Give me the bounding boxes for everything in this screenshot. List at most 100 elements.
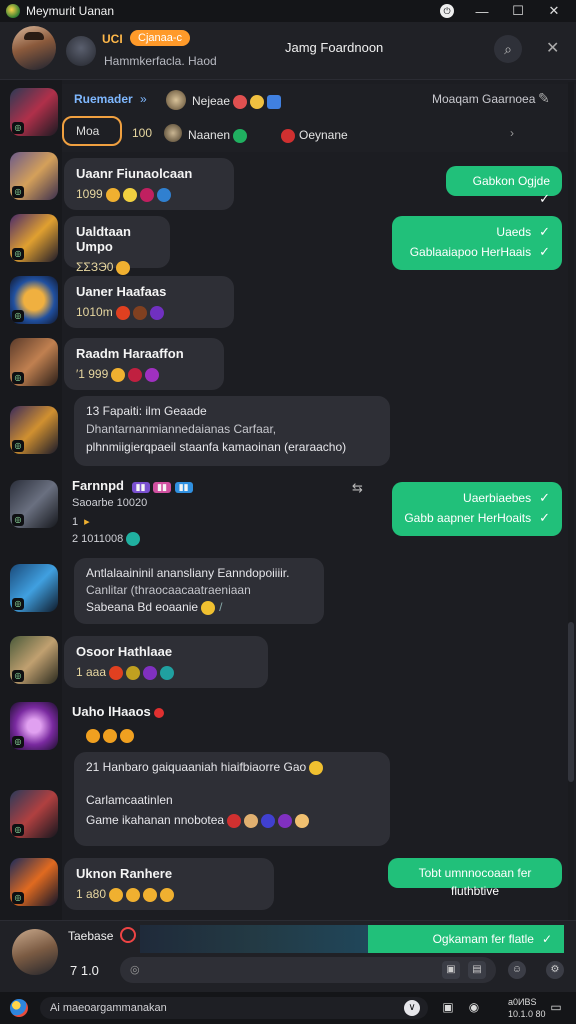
message-bubble[interactable]: Raadm Haraaffon ′1 999 [64,338,224,390]
game-icon[interactable]: ◎ [10,214,58,262]
emoji-icon [126,887,141,902]
user-name: Naanen [188,128,248,143]
emoji-icon [126,532,141,546]
edit-icon[interactable]: ✎ [538,90,550,107]
message-bubble[interactable]: Uknon Ranhere 1 a80 [64,858,274,910]
message-line: Antlalaaininil anansliany Eanndopoiiiir. [86,566,290,580]
record-icon[interactable] [120,927,136,943]
chevron-right-icon[interactable]: › [510,126,514,140]
taskbar: Ai maeoаrgаmmanakan ∨ ▣ ◉ a0ИBS 10.1.0 80… [0,992,576,1024]
game-icon[interactable]: ◎ [10,636,58,684]
emoji-icon [103,728,117,743]
outgoing-message[interactable]: Tobt umnnocoaan fer fluthbtive [388,858,562,898]
message-bubble[interactable]: Antlalaaininil anansliany Eanndopoiiiir.… [74,558,324,624]
emoji-icon [143,887,158,902]
check-icon: ✓ [539,244,550,259]
game-icon[interactable]: ◎ [10,276,58,324]
start-logo-icon[interactable] [10,999,28,1017]
message-sender: Uaanr Fiunaolcaan [76,166,193,181]
message-meta: 1099 [76,187,222,202]
header-tag: UCI [102,32,123,46]
emoji-icon [149,305,164,320]
platform-icon: ◎ [12,186,24,198]
message-group[interactable]: Uaho lHaaos [72,704,192,748]
message-bubble[interactable]: Osoor Hathlaae 1 aaa [64,636,268,688]
emoji-icon [120,728,134,743]
image-icon[interactable]: ▣ [442,961,460,979]
line-text: 2 1011008 [72,532,124,545]
outgoing-message[interactable]: Gabkon Ogjde ✓ [446,166,562,206]
clock-line: 10.1.0 80 [508,1009,546,1019]
filter-pill[interactable]: Moa [62,116,122,146]
message-bubble[interactable]: Uaanr Fiunaolcaan 1099 [64,158,234,210]
settings-icon[interactable]: ⚙ [546,961,564,979]
game-icon[interactable]: ◎ [10,406,58,454]
taskbar-search[interactable]: Ai maeoаrgаmmanakan [40,997,428,1019]
emoji-icon [233,94,248,109]
message-line: Carlamcaatinlen [86,792,173,807]
emoji-icon [109,887,124,902]
power-icon[interactable]: ⏻ [440,4,454,18]
platform-icon: ◎ [12,372,24,384]
search-icon[interactable]: ⌕ [494,35,522,63]
message-bubble[interactable]: 21 Hanbaro gaiquaaniah hiaifbiaorre Gao … [74,752,390,846]
window-icon[interactable]: ▣ [440,1000,456,1016]
check-icon: ✓ [539,490,550,505]
status-pill[interactable]: Ogkamam fer flatle ✓ [368,925,564,953]
emoji-icon [250,94,265,109]
outgoing-line: Gabb aapner HerHoaits ✓ [404,508,550,528]
message-bubble[interactable]: Uaner Haafaas 1010m [64,276,234,328]
avatar[interactable] [166,90,186,110]
emoji-icon [278,813,293,828]
meta-text: 1099 [76,187,103,201]
scrollbar-thumb[interactable] [568,622,574,782]
outgoing-message[interactable]: Uaerbiaebes ✓ Gabb aapner HerHoaits ✓ [392,482,562,536]
minimize-button[interactable]: — [474,4,490,19]
emoji-icon [160,887,175,902]
message-meta: Saoarbe 10020 [72,497,148,509]
avatar[interactable] [12,929,58,975]
message-line: 1 ▸ [72,515,312,528]
reply-icon[interactable]: ⇆ [352,480,363,496]
check-icon: ✓ [539,224,550,239]
maximize-button[interactable]: ☐ [510,3,526,19]
message-input[interactable]: ◎ [120,957,496,983]
attach-icon[interactable]: ◎ [130,964,140,976]
scrollbar[interactable] [568,82,574,920]
count-label: 100 [132,126,153,140]
emoji-icon [160,665,175,680]
secondary-avatar[interactable] [66,36,96,66]
emoji-icon [116,260,131,275]
game-icon[interactable]: ◎ [10,564,58,612]
outgoing-message[interactable]: Uaeds ✓ Gablaaiapoo HerHaais ✓ [392,216,562,270]
window-title: Mеymurit Uаnan [26,4,115,18]
composer: Taebase Ogkamam fer flatle ✓ 7 1.0 ◎ ▣ ▤ … [0,920,576,992]
message-bubble[interactable]: 13 Fapaiti: ilm Geaade Dhantarnanmianned… [74,396,390,466]
avatar[interactable] [12,26,56,70]
message-sender: Ualdtaan Umpo [76,224,131,254]
volume-icon[interactable]: ◉ [466,1000,482,1016]
message-line: Canlitar (thraocaacaatraeniaan [86,583,251,597]
pencil-icon: / [219,600,223,614]
emoji-icon [143,665,158,680]
gif-icon[interactable]: ▤ [468,961,486,979]
avatar[interactable] [164,124,182,142]
close-icon[interactable]: ✕ [546,38,559,58]
message-bubble[interactable]: Ualdtaan Umpo ΣΣЗЭ0 [64,216,170,275]
emoji-picker-icon[interactable]: ☺ [508,961,526,979]
game-icon[interactable]: ◎ [10,338,58,386]
game-icon[interactable]: ◎ [10,88,58,136]
game-icon[interactable]: ◎ [10,858,58,906]
game-icon[interactable]: ◎ [10,152,58,200]
message-group[interactable]: Farnnpd ▮▮ ▮▮ ▮▮ Saoarbe 10020 1 ▸ 2 1011… [72,478,312,550]
message-sender: Osoor Hathlaae [76,644,173,659]
chevron-down-icon[interactable]: ∨ [404,1000,420,1016]
close-window-button[interactable]: ✕ [546,3,562,19]
game-icon[interactable]: ◎ [10,790,58,838]
notification-icon[interactable]: ▭ [548,1000,564,1016]
chat-header: UCI Cjanaa-c Hammkerfacla. Haod Jamg Fоа… [0,22,576,80]
game-icon[interactable]: ◎ [10,480,58,528]
meta-text: 1010m [76,305,113,319]
outgoing-line: Uaeds ✓ [404,222,550,242]
game-icon[interactable]: ◎ [10,702,58,750]
